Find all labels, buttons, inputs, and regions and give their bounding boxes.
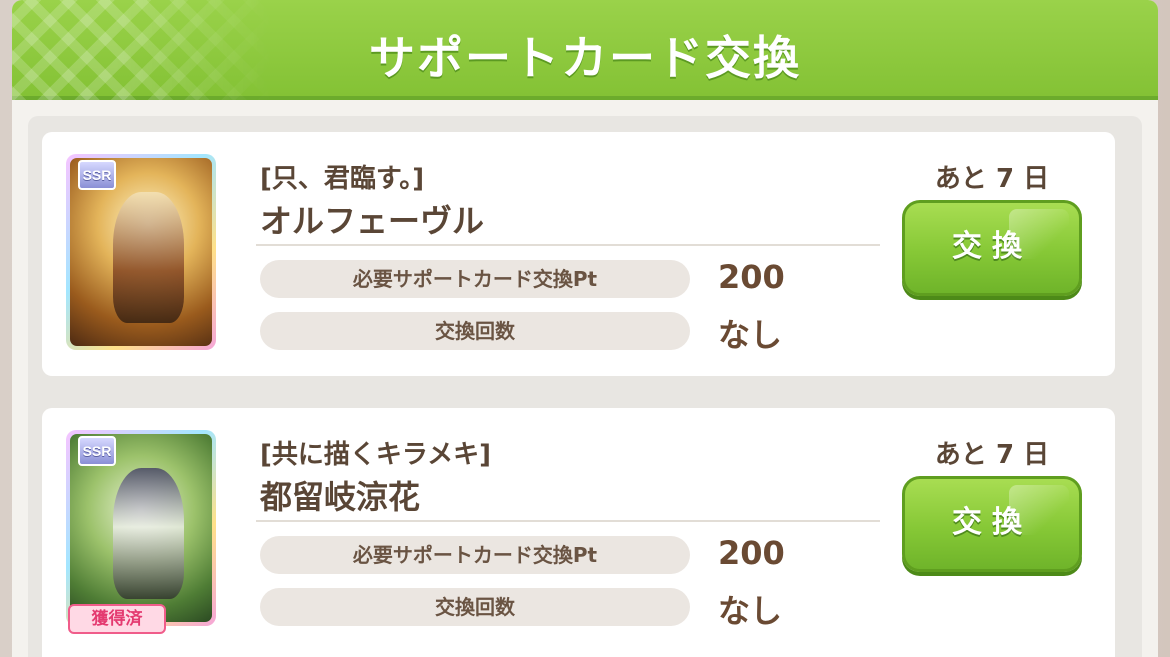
exchange-count-label: 交換回数 [260,588,690,626]
required-pt-value: 200 [718,534,785,572]
exchange-button[interactable]: 交換 [902,476,1082,572]
divider [256,520,880,522]
exchange-count-label: 交換回数 [260,312,690,350]
card-subtitle: [只、君臨す。] [260,164,425,194]
required-pt-label: 必要サポートカード交換Pt [260,536,690,574]
rarity-badge: SSR [78,160,116,190]
divider [256,244,880,246]
character-art [112,191,184,324]
support-card-thumbnail[interactable]: SSR [66,430,216,626]
card-name: オルフェーヴル [260,202,485,240]
exchange-count-value: なし [718,316,783,354]
character-art [112,467,184,600]
remaining-days: あと 7 日 [934,440,1050,470]
card-name: 都留岐涼花 [260,478,421,516]
required-pt-value: 200 [718,258,785,296]
rarity-badge: SSR [78,436,116,466]
remaining-days: あと 7 日 [934,164,1050,194]
exchange-card: SSR [只、君臨す。] オルフェーヴル 必要サポートカード交換Pt 200 交… [42,132,1115,376]
page-title: サポートカード交換 [369,31,801,85]
exchange-count-value: なし [718,592,783,630]
panel-header: サポートカード交換 [12,0,1158,100]
support-card-thumbnail[interactable]: SSR [66,154,216,350]
owned-badge: 獲得済 [68,604,166,634]
exchange-button[interactable]: 交換 [902,200,1082,296]
required-pt-label: 必要サポートカード交換Pt [260,260,690,298]
exchange-card: SSR 獲得済 [共に描くキラメキ] 都留岐涼花 必要サポートカード交換Pt 2… [42,408,1115,657]
card-subtitle: [共に描くキラメキ] [260,440,491,470]
